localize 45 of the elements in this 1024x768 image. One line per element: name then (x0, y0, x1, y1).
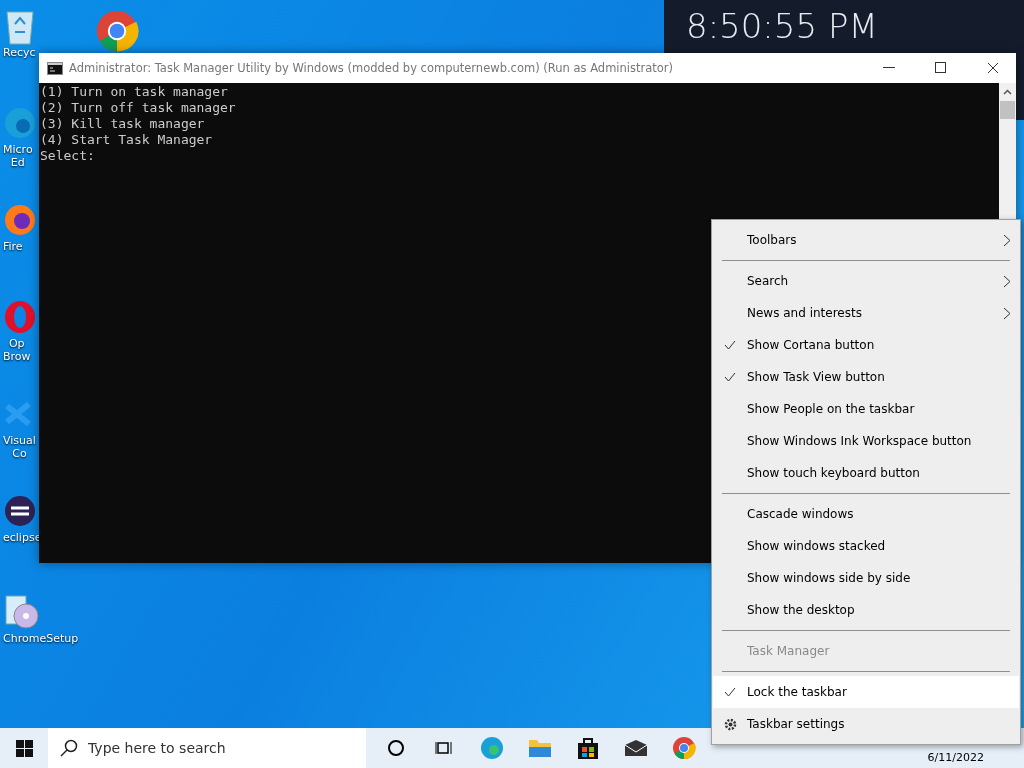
chrome-icon (95, 9, 139, 53)
desktop-icon-label[interactable]: Op Brow (3, 337, 31, 363)
task-view-icon (435, 739, 453, 757)
menu-item[interactable]: Show Task View button (713, 361, 1019, 393)
desktop-icon-label[interactable]: ChromeSetup (3, 632, 79, 645)
menu-item[interactable]: Show People on the taskbar (713, 393, 1019, 425)
minimize-icon (883, 67, 895, 69)
console-line: (3) Kill task manager (40, 116, 206, 132)
search-icon (60, 739, 78, 757)
menu-item[interactable]: Show the desktop (713, 594, 1019, 626)
menu-item[interactable]: Show windows side by side (713, 562, 1019, 594)
chrome-icon (672, 736, 696, 760)
menu-item[interactable]: Show touch keyboard button (713, 457, 1019, 489)
console-line: (4) Start Task Manager (40, 132, 214, 148)
windows-logo-icon (15, 739, 33, 757)
search-field[interactable]: Type here to search (48, 728, 366, 768)
taskbar-date: 6/11/2022 (927, 751, 984, 766)
settings-icon (723, 717, 737, 731)
menu-item[interactable]: Lock the taskbar (713, 676, 1019, 708)
desktop-icon-label[interactable]: Fire (3, 240, 23, 253)
envelope-icon (624, 739, 648, 757)
scroll-up-icon[interactable] (1003, 89, 1012, 95)
menu-item[interactable]: Show windows stacked (713, 530, 1019, 562)
console-line: (2) Turn off task manager (40, 100, 237, 116)
console-icon (47, 61, 63, 75)
folder-icon (528, 737, 552, 759)
clock: 8:50:55 PM (686, 6, 878, 48)
menu-item[interactable]: Show Windows Ink Workspace button (713, 425, 1019, 457)
circle-icon (387, 739, 405, 757)
console-line: Select: (40, 148, 96, 164)
desktop-icon-label[interactable]: Visual Co (3, 434, 36, 460)
menu-item[interactable]: Taskbar settings (713, 708, 1019, 740)
edge-icon (480, 736, 504, 760)
menu-item[interactable]: News and interests (713, 297, 1019, 329)
shopping-bag-icon (577, 736, 599, 760)
maximize-icon (935, 62, 947, 74)
menu-item[interactable]: Cascade windows (713, 498, 1019, 530)
desktop-icon-label[interactable]: Micro Ed (3, 143, 33, 169)
menu-item[interactable]: Show Cortana button (713, 329, 1019, 361)
scroll-thumb[interactable] (1000, 101, 1015, 119)
window-title: Administrator: Task Manager Utility by Windows (modded by computernewb.com) (Run as Administrator) (69, 61, 675, 75)
menu-item[interactable]: Search (713, 265, 1019, 297)
menu-item[interactable]: Toolbars (713, 224, 1019, 256)
close-icon (987, 62, 999, 74)
console-line: (1) Turn on task manager (40, 84, 229, 100)
